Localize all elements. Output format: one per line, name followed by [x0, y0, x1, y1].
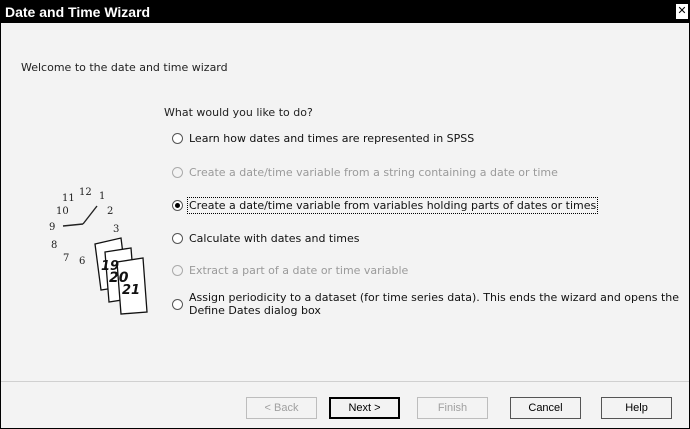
clock-number: 3: [113, 224, 119, 235]
clock-hand: [62, 223, 84, 227]
option-from-parts[interactable]: Create a date/time variable from variabl…: [172, 197, 599, 214]
option-calculate[interactable]: Calculate with dates and times: [172, 232, 360, 245]
radio-from-string: [172, 167, 183, 178]
option-extract: Extract a part of a date or time variabl…: [172, 264, 408, 277]
clock-number: 6: [79, 256, 85, 267]
clock-hand: [82, 205, 98, 225]
wizard-dialog: Date and Time Wizard ✕ Welcome to the da…: [0, 0, 690, 429]
help-button[interactable]: Help: [601, 397, 672, 419]
option-learn-label: Learn how dates and times are represente…: [189, 132, 475, 145]
question-label: What would you like to do?: [164, 106, 313, 119]
finish-button[interactable]: Finish: [417, 397, 488, 419]
clock-number: 2: [107, 206, 113, 217]
cancel-button[interactable]: Cancel: [510, 397, 581, 419]
window-title: Date and Time Wizard: [5, 4, 151, 20]
radio-calculate[interactable]: [172, 233, 183, 244]
radio-from-parts[interactable]: [172, 200, 183, 211]
clock-calendar-illustration: 11 12 1 10 2 9 3 8 7 6 19 20 21: [49, 187, 148, 315]
close-icon[interactable]: ✕: [676, 4, 688, 19]
clock-number: 8: [51, 240, 57, 251]
option-periodicity-label: Assign periodicity to a dataset (for tim…: [189, 291, 680, 317]
option-from-parts-label: Create a date/time variable from variabl…: [186, 197, 599, 214]
option-extract-label: Extract a part of a date or time variabl…: [189, 264, 409, 277]
option-from-string-label: Create a date/time variable from a strin…: [189, 166, 558, 179]
clock-number: 9: [49, 222, 55, 233]
clock-number: 11: [62, 193, 75, 204]
radio-extract: [172, 265, 183, 276]
welcome-text: Welcome to the date and time wizard: [21, 61, 228, 74]
back-button[interactable]: < Back: [246, 397, 317, 419]
clock-number: 10: [56, 206, 69, 217]
next-button[interactable]: Next >: [329, 397, 400, 419]
radio-learn[interactable]: [172, 133, 183, 144]
title-bar[interactable]: Date and Time Wizard ✕: [1, 1, 689, 23]
clock-number: 12: [79, 187, 92, 198]
option-from-string: Create a date/time variable from a strin…: [172, 166, 558, 179]
radio-periodicity[interactable]: [172, 299, 183, 310]
option-periodicity[interactable]: Assign periodicity to a dataset (for tim…: [172, 291, 682, 317]
option-calculate-label: Calculate with dates and times: [189, 232, 360, 245]
calendar-number: 21: [122, 283, 140, 298]
footer-divider: [1, 381, 689, 382]
clock-number: 7: [63, 253, 69, 264]
option-learn[interactable]: Learn how dates and times are represente…: [172, 132, 474, 145]
clock-number: 1: [99, 191, 105, 202]
